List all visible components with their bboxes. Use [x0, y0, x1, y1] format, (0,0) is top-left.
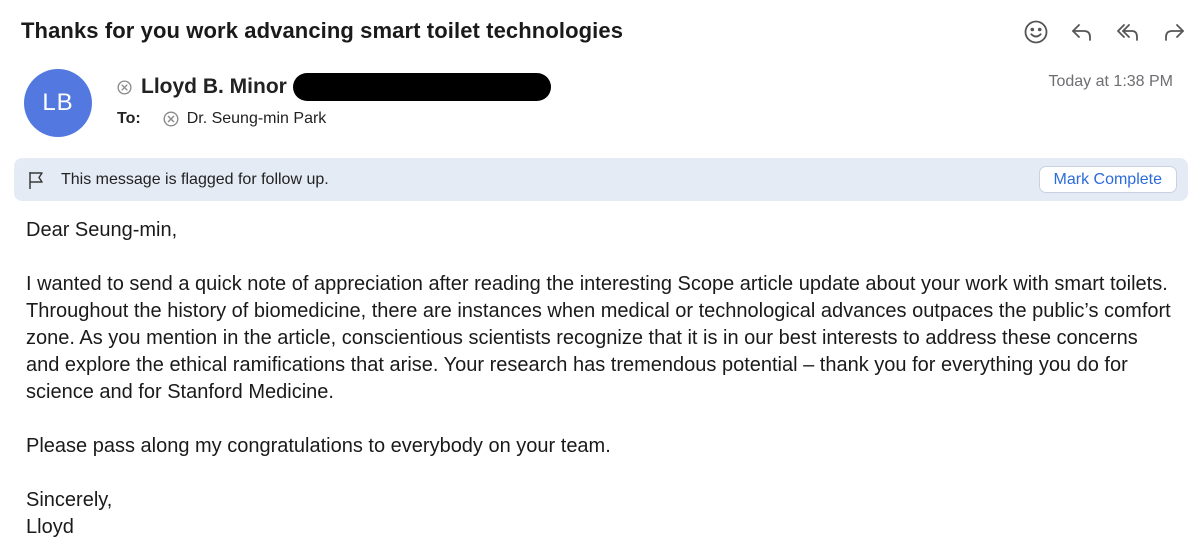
body-paragraph-2: Please pass along my congratulations to …	[26, 435, 611, 457]
sender-row: Lloyd B. Minor	[117, 73, 551, 101]
remove-sender-icon[interactable]	[117, 79, 132, 95]
reply-all-icon[interactable]	[1112, 14, 1144, 50]
email-subject: Thanks for you work advancing smart toil…	[21, 18, 624, 43]
recipient-row: To: Dr. Seung-min Park	[117, 110, 326, 128]
email-body: Dear Seung-min, I wanted to send a quick…	[26, 217, 1176, 541]
to-label: To:	[117, 110, 141, 127]
body-paragraph-1: I wanted to send a quick note of appreci…	[26, 273, 1171, 403]
forward-icon[interactable]	[1158, 14, 1190, 50]
message-toolbar	[1020, 14, 1190, 50]
smiley-icon[interactable]	[1020, 14, 1052, 50]
email-timestamp: Today at 1:38 PM	[1048, 73, 1173, 90]
mark-complete-button[interactable]: Mark Complete	[1038, 166, 1177, 193]
flag-message: This message is flagged for follow up.	[61, 170, 329, 188]
signature: Lloyd	[26, 516, 74, 538]
sender-avatar: LB	[24, 69, 92, 137]
greeting: Dear Seung-min,	[26, 219, 178, 241]
reply-icon[interactable]	[1066, 14, 1098, 50]
remove-recipient-icon[interactable]	[163, 111, 179, 127]
redacted-email-address	[292, 73, 551, 101]
closing: Sincerely,	[26, 489, 113, 511]
recipient-name[interactable]: Dr. Seung-min Park	[187, 110, 327, 128]
follow-up-flag-banner: This message is flagged for follow up. M…	[14, 158, 1188, 201]
flag-icon	[28, 170, 45, 190]
sender-name[interactable]: Lloyd B. Minor	[141, 75, 287, 99]
